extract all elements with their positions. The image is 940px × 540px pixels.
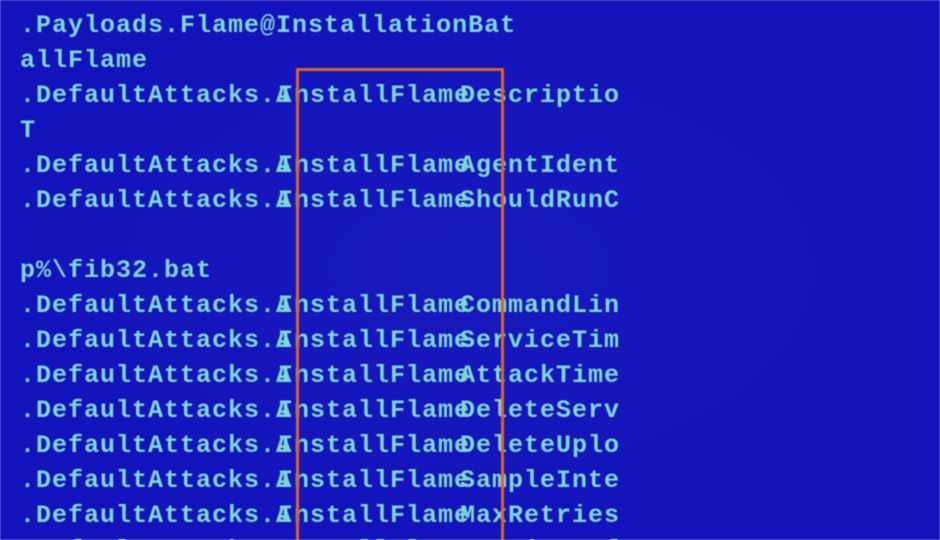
terminal-line: .DefaultAttacks.AInstallFlameSampleInte xyxy=(20,463,920,498)
terminal-line: .DefaultAttacks.AInstallFlameMaxRetries xyxy=(20,498,920,533)
terminal-line xyxy=(20,218,920,253)
col-suffix: AgentIdent xyxy=(460,148,620,183)
terminal-line: .DefaultAttacks.AInstallFlameDeleteUplo xyxy=(20,428,920,463)
col-install: InstallFlame xyxy=(278,148,460,183)
col-suffix: Descriptio xyxy=(460,78,620,113)
col-suffix: MaxRetries xyxy=(460,498,620,533)
col-suffix: CommandLin xyxy=(460,288,620,323)
col-suffix: ServiceTim xyxy=(460,323,620,358)
col-install: InstallFlame xyxy=(278,498,460,533)
terminal-line: .DefaultAttacks.AInstallFlameServiceTim xyxy=(20,323,920,358)
terminal-output: .Payloads.Flame@InstallationBat allFlame… xyxy=(0,0,940,540)
col-suffix: DeleteServ xyxy=(460,393,620,428)
terminal-line: .DefaultAttacks.AInstallFlameAttackTime xyxy=(20,358,920,393)
col-install: InstallFlame xyxy=(278,78,460,113)
col-prefix: .DefaultAttacks.A xyxy=(20,533,278,540)
terminal-line: .Payloads.Flame@InstallationBat xyxy=(20,8,920,43)
terminal-line: .DefaultAttacks.AInstallFlameDeleteServ xyxy=(20,393,920,428)
col-prefix: .DefaultAttacks.A xyxy=(20,288,278,323)
col-install: InstallFlame xyxy=(278,358,460,393)
col-prefix: .DefaultAttacks.A xyxy=(20,148,278,183)
col-install: InstallFlame xyxy=(278,393,460,428)
col-prefix: .DefaultAttacks.A xyxy=(20,428,278,463)
terminal-line: .DefaultAttacks.AInstallFlameShouldRunC xyxy=(20,183,920,218)
col-install: InstallFlame xyxy=(278,428,460,463)
col-suffix: DeleteUplo xyxy=(460,428,620,463)
col-prefix: .DefaultAttacks.A xyxy=(20,393,278,428)
terminal-line: .DefaultAttacks.AInstallFlameCommandLin xyxy=(20,288,920,323)
terminal-line: T xyxy=(20,113,920,148)
col-install: InstallFlame xyxy=(278,533,460,540)
col-install: InstallFlame xyxy=(278,463,460,498)
col-suffix: AttackTime xyxy=(460,358,620,393)
col-prefix: .DefaultAttacks.A xyxy=(20,358,278,393)
col-prefix: .DefaultAttacks.A xyxy=(20,498,278,533)
col-suffix: RetriesLef xyxy=(460,533,620,540)
terminal-line: .DefaultAttacks.AInstallFlameRetriesLef xyxy=(20,533,920,540)
col-suffix: SampleInte xyxy=(460,463,620,498)
col-suffix: ShouldRunC xyxy=(460,183,620,218)
col-prefix: T xyxy=(20,113,278,148)
terminal-line: allFlame xyxy=(20,43,920,78)
col-prefix: .DefaultAttacks.A xyxy=(20,78,278,113)
col-prefix: .DefaultAttacks.A xyxy=(20,323,278,358)
col-install: InstallFlame xyxy=(278,288,460,323)
terminal-line: .DefaultAttacks.AInstallFlameAgentIdent xyxy=(20,148,920,183)
col-prefix: .DefaultAttacks.A xyxy=(20,183,278,218)
col-install: InstallFlame xyxy=(278,183,460,218)
col-install: InstallFlame xyxy=(278,323,460,358)
terminal-line: .DefaultAttacks.AInstallFlameDescriptio xyxy=(20,78,920,113)
terminal-line: p%\fib32.bat xyxy=(20,253,920,288)
col-prefix: .DefaultAttacks.A xyxy=(20,463,278,498)
